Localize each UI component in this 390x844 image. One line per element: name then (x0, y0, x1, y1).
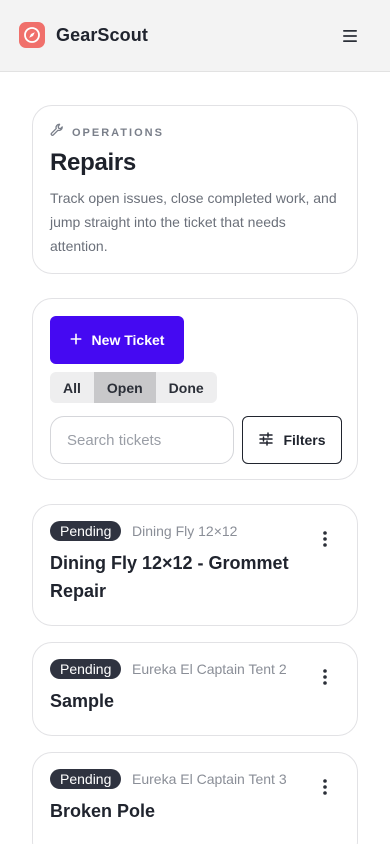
search-input[interactable] (50, 416, 234, 464)
wrench-icon (50, 123, 64, 142)
ticket-title: Dining Fly 12×12 - Grommet Repair (50, 553, 289, 601)
segment-open[interactable]: Open (93, 372, 156, 403)
status-badge: Pending (50, 659, 122, 679)
more-options-icon[interactable] (313, 665, 337, 689)
more-options-icon[interactable] (313, 775, 337, 799)
more-options-icon[interactable] (313, 527, 337, 551)
top-bar: GearScout (0, 0, 390, 72)
status-badge: Pending (50, 769, 122, 789)
section-eyebrow-label: OPERATIONS (72, 126, 164, 139)
ticket-item-name: Dining Fly 12×12 (132, 523, 238, 539)
ticket-card[interactable]: Pending Eureka El Captain Tent 2 Sample (32, 642, 358, 736)
segment-done[interactable]: Done (156, 372, 217, 403)
status-badge: Pending (50, 521, 122, 541)
compass-icon[interactable] (19, 22, 45, 48)
ticket-card[interactable]: Pending Dining Fly 12×12 Dining Fly 12×1… (32, 504, 358, 626)
page-title: Repairs (50, 149, 136, 176)
filters-label: Filters (283, 432, 326, 448)
segment-all[interactable]: All (50, 372, 94, 403)
controls-card: New Ticket All Open Done Filters (32, 298, 358, 480)
filters-button[interactable]: Filters (242, 416, 342, 464)
page-header-card: OPERATIONS Repairs Track open issues, cl… (32, 105, 358, 274)
plus-icon (70, 332, 82, 348)
new-ticket-button[interactable]: New Ticket (50, 316, 184, 364)
status-segmented-control: All Open Done (50, 372, 217, 403)
sliders-icon (258, 431, 274, 450)
page-description: Track open issues, close completed work,… (50, 190, 337, 254)
ticket-title: Sample (50, 691, 115, 711)
ticket-title: Broken Pole (50, 801, 156, 821)
app-name: GearScout (56, 25, 148, 45)
ticket-item-name: Eureka El Captain Tent 2 (132, 661, 287, 677)
section-eyebrow: OPERATIONS (50, 123, 164, 142)
ticket-item-name: Eureka El Captain Tent 3 (132, 771, 287, 787)
ticket-card[interactable]: Pending Eureka El Captain Tent 3 Broken … (32, 752, 358, 844)
new-ticket-label: New Ticket (91, 332, 165, 348)
hamburger-menu-icon[interactable] (338, 24, 362, 48)
